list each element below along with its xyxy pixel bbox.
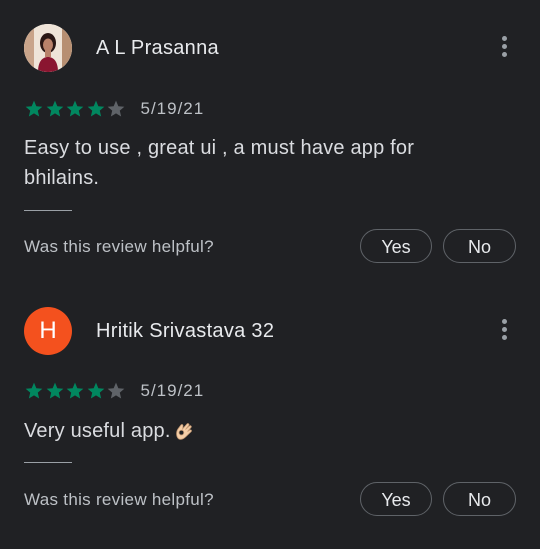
avatar[interactable]: H (24, 307, 72, 355)
more-vert-icon[interactable] (494, 317, 514, 345)
divider (24, 462, 72, 463)
ok-hand-emoji (175, 423, 192, 440)
star-icon (46, 382, 63, 399)
reviewer-name: Hritik Srivastava 32 (96, 320, 275, 342)
star-rating (24, 381, 127, 401)
star-rating (24, 99, 127, 119)
star-icon (87, 100, 104, 117)
star-icon (66, 382, 84, 399)
more-vert-icon[interactable] (494, 34, 514, 62)
star-icon (66, 100, 84, 117)
review-text: Very useful app. (24, 420, 171, 442)
review-text: Easy to use , great ui , a must have app… (24, 137, 415, 189)
star-icon (25, 100, 43, 117)
reviewer-name: A L Prasanna (96, 37, 219, 59)
rating-row: 5/19/21 (24, 98, 204, 120)
review-text-container: Very useful app. (24, 416, 494, 446)
star-icon (46, 100, 63, 117)
divider (24, 210, 72, 211)
review-date: 5/19/21 (140, 381, 205, 400)
star-icon (87, 382, 104, 399)
profile-photo (24, 24, 72, 72)
star-icon (25, 382, 43, 399)
helpful-no-button[interactable]: No (443, 482, 516, 516)
star-icon (107, 100, 125, 117)
helpful-yes-button[interactable]: Yes (360, 482, 432, 516)
avatar[interactable] (24, 24, 72, 72)
rating-row: 5/19/21 (24, 380, 204, 402)
star-icon (107, 382, 125, 399)
helpful-prompt: Was this review helpful? (24, 490, 214, 509)
review-date: 5/19/21 (140, 99, 205, 118)
helpful-no-button[interactable]: No (443, 229, 516, 263)
helpful-prompt: Was this review helpful? (24, 237, 214, 256)
helpful-yes-button[interactable]: Yes (360, 229, 432, 263)
